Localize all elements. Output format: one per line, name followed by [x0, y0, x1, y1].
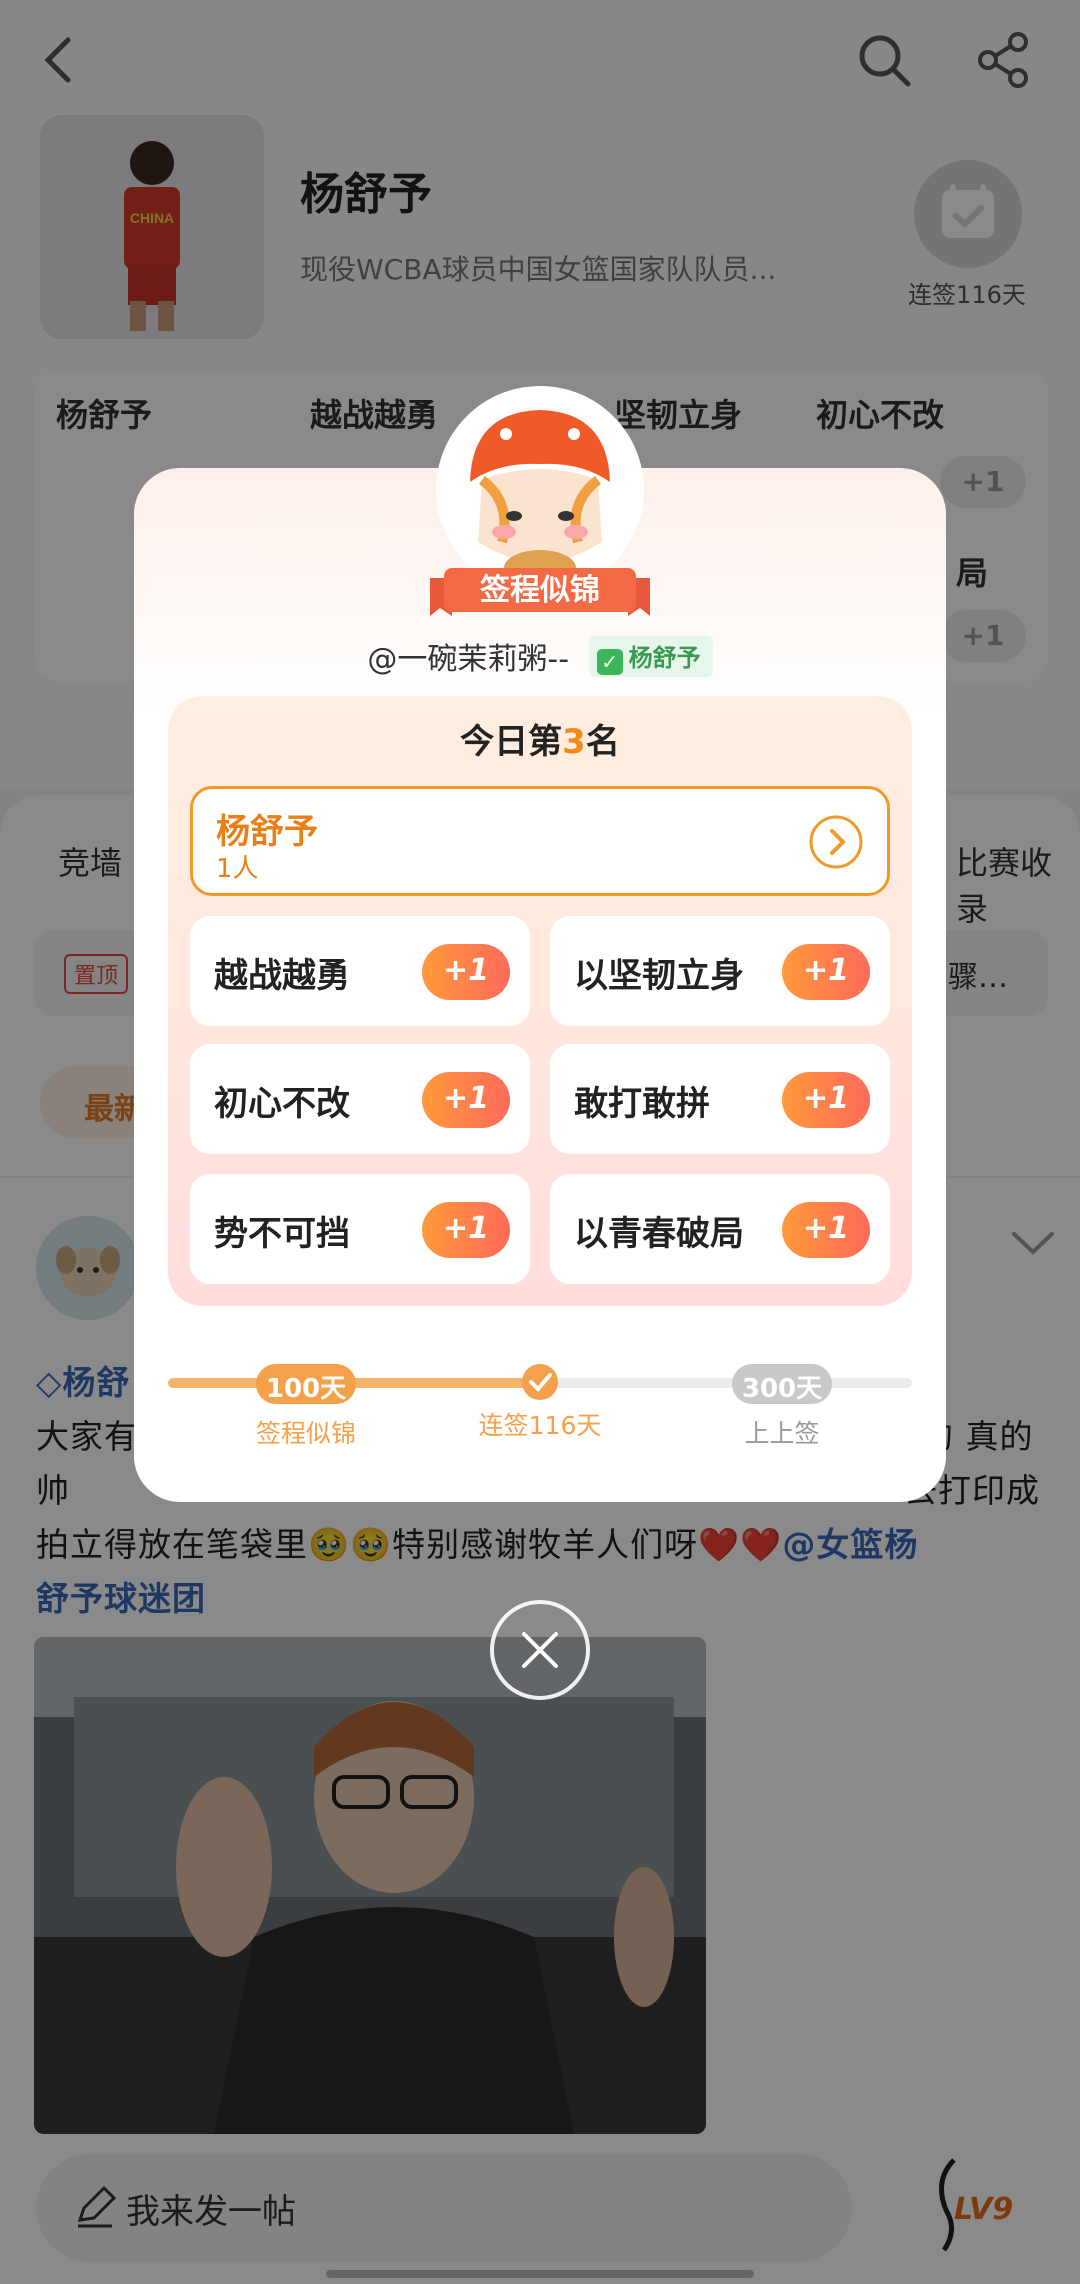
chevron-right-icon[interactable]	[808, 814, 864, 870]
milestone-300-value: 300天	[741, 1374, 823, 1404]
close-icon	[522, 1632, 558, 1668]
plus-one-button[interactable]: +1	[422, 1202, 510, 1258]
cheer-button-2[interactable]: 以坚韧立身 +1	[550, 916, 890, 1026]
cheer-button-3[interactable]: 初心不改 +1	[190, 1044, 530, 1154]
cheer-label: 势不可挡	[214, 1214, 350, 1254]
close-button[interactable]	[490, 1600, 590, 1700]
milestone-100-label: 签程似锦	[255, 1419, 356, 1448]
cheer-label: 初心不改	[214, 1084, 350, 1124]
milestone-300-label: 上上签	[744, 1419, 820, 1448]
rank-title: 今日第3名	[460, 722, 620, 762]
plus-one-button[interactable]: +1	[782, 1072, 870, 1128]
main-cheer-count: 1人	[216, 854, 259, 884]
cheer-button-4[interactable]: 敢打敢拼 +1	[550, 1044, 890, 1154]
plus-one-button[interactable]: +1	[422, 944, 510, 1000]
team-tag: ✓ 杨舒予	[588, 635, 713, 677]
current-milestone-check	[522, 1364, 558, 1400]
mascot-avatar	[436, 386, 644, 594]
cheer-button-5[interactable]: 势不可挡 +1	[190, 1174, 530, 1284]
streak-progress: 100天 300天 签程似锦 连签116天 上上签	[168, 1360, 912, 1480]
plus-one-button[interactable]: +1	[782, 1202, 870, 1258]
plus-one-button[interactable]: +1	[782, 944, 870, 1000]
rank-number: 3	[562, 722, 586, 762]
cheer-label: 以坚韧立身	[574, 956, 744, 996]
checkin-user-line: @一碗茉莉粥-- ✓ 杨舒予	[0, 634, 1080, 678]
milestone-current-label: 连签116天	[478, 1411, 602, 1440]
cheer-button-6[interactable]: 以青春破局 +1	[550, 1174, 890, 1284]
main-cheer-title: 杨舒予	[216, 812, 318, 852]
mascot-icon	[442, 392, 638, 588]
cheer-label: 越战越勇	[214, 956, 350, 996]
cheer-label: 敢打敢拼	[574, 1084, 710, 1124]
badge-title: 签程似锦	[480, 573, 600, 608]
cheer-button-1[interactable]: 越战越勇 +1	[190, 916, 530, 1026]
checkin-username: @一碗茉莉粥--	[367, 642, 570, 677]
milestone-100-value: 100天	[265, 1374, 347, 1404]
plus-one-button[interactable]: +1	[422, 1072, 510, 1128]
cheer-label: 以青春破局	[574, 1214, 744, 1254]
check-icon: ✓	[596, 648, 623, 675]
